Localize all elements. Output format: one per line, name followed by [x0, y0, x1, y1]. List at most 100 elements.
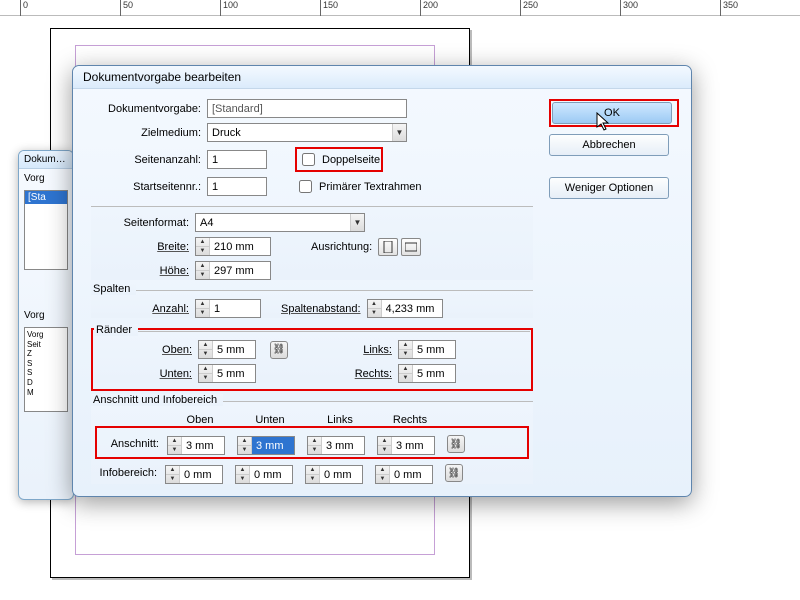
margin-right-spinner[interactable]: ▲▼ — [398, 364, 456, 383]
margin-bottom-spinner[interactable]: ▲▼ — [198, 364, 256, 383]
pages-label: Seitenanzahl: — [87, 154, 207, 166]
facing-pages-input[interactable] — [302, 153, 315, 166]
bleed-slug-group: Anschnitt und Infobereich Oben Unten Lin… — [91, 401, 533, 484]
link-slug-icon[interactable]: ⛓ — [445, 464, 463, 482]
margin-left-input[interactable] — [413, 341, 455, 358]
spin-up-icon[interactable]: ▲ — [199, 365, 212, 374]
slug-label: Infobereich: — [95, 467, 165, 479]
margin-bottom-label: Unten: — [98, 368, 198, 380]
ruler-tick: 150 — [320, 0, 338, 16]
col-left: Links — [305, 414, 375, 426]
ok-button-highlight: OK — [549, 99, 679, 127]
slug-left-input[interactable] — [320, 466, 362, 483]
startpage-input[interactable] — [207, 177, 267, 196]
primary-textframe-checkbox[interactable]: Primärer Textrahmen — [295, 177, 422, 196]
height-spinner[interactable]: ▲▼ — [195, 261, 271, 280]
primary-textframe-input[interactable] — [299, 180, 312, 193]
spin-up-icon[interactable]: ▲ — [368, 300, 381, 309]
spin-up-icon[interactable]: ▲ — [196, 238, 209, 247]
margins-legend: Ränder — [94, 324, 138, 336]
link-bleed-icon[interactable]: ⛓ — [447, 435, 465, 453]
preview-label: Vorg — [24, 310, 68, 321]
width-input[interactable] — [210, 238, 270, 255]
height-label: Höhe: — [95, 265, 195, 277]
pages-input[interactable] — [207, 150, 267, 169]
bleed-right-spinner[interactable]: ▲▼ — [377, 436, 435, 455]
preset-item-selected[interactable]: [Sta — [25, 191, 67, 204]
margin-top-input[interactable] — [213, 341, 255, 358]
columns-count-label: Anzahl: — [95, 303, 195, 315]
bleed-right-input[interactable] — [392, 437, 434, 454]
columns-count-spinner[interactable]: ▲▼ — [195, 299, 261, 318]
spin-down-icon[interactable]: ▼ — [196, 309, 209, 317]
margin-left-label: Links: — [338, 344, 398, 356]
link-margins-icon[interactable]: ⛓ — [270, 341, 288, 359]
spin-down-icon[interactable]: ▼ — [399, 350, 412, 358]
margin-top-spinner[interactable]: ▲▼ — [198, 340, 256, 359]
facing-pages-checkbox[interactable]: Doppelseite — [298, 150, 380, 169]
columns-count-input[interactable] — [210, 300, 260, 317]
spin-up-icon[interactable]: ▲ — [399, 341, 412, 350]
spin-down-icon[interactable]: ▼ — [199, 350, 212, 358]
col-bottom: Unten — [235, 414, 305, 426]
height-input[interactable] — [210, 262, 270, 279]
preset-preview: Vorg Seit Z S S D M — [24, 327, 68, 412]
fewer-options-button[interactable]: Weniger Optionen — [549, 177, 669, 199]
orientation-landscape-button[interactable] — [401, 238, 421, 256]
cancel-button[interactable]: Abbrechen — [549, 134, 669, 156]
spin-down-icon[interactable]: ▼ — [196, 247, 209, 255]
width-spinner[interactable]: ▲▼ — [195, 237, 271, 256]
ruler-tick: 50 — [120, 0, 133, 16]
spin-up-icon[interactable]: ▲ — [399, 365, 412, 374]
gutter-label: Spaltenabstand: — [281, 303, 361, 315]
startpage-label: Startseitennr.: — [87, 181, 207, 193]
presets-list-label: Vorg — [24, 173, 68, 184]
slug-right-spinner[interactable]: ▲▼ — [375, 465, 433, 484]
presets-listbox[interactable]: [Sta — [24, 190, 68, 270]
intent-label: Zielmedium: — [87, 127, 207, 139]
bleed-row-highlight: Anschnitt: ▲▼ ▲▼ ▲▼ ▲▼ ⛓ — [95, 426, 529, 459]
slug-top-input[interactable] — [180, 466, 222, 483]
slug-left-spinner[interactable]: ▲▼ — [305, 465, 363, 484]
page-format-label: Seitenformat: — [95, 217, 195, 229]
gutter-input[interactable] — [382, 300, 442, 317]
portrait-icon — [382, 241, 394, 253]
columns-legend: Spalten — [91, 283, 136, 295]
preset-name-input[interactable] — [207, 99, 407, 118]
slug-right-input[interactable] — [390, 466, 432, 483]
bleed-top-input[interactable] — [182, 437, 224, 454]
slug-bottom-input[interactable] — [250, 466, 292, 483]
bleed-bottom-spinner[interactable]: ▲▼ — [237, 436, 295, 455]
spin-down-icon[interactable]: ▼ — [368, 309, 381, 317]
col-top: Oben — [165, 414, 235, 426]
col-right: Rechts — [375, 414, 445, 426]
ruler-tick: 200 — [420, 0, 438, 16]
bleed-top-spinner[interactable]: ▲▼ — [167, 436, 225, 455]
margin-bottom-input[interactable] — [213, 365, 255, 382]
ruler-tick: 0 — [20, 0, 28, 16]
columns-group: Spalten Anzahl: ▲▼ Spaltenabstand: ▲▼ — [91, 290, 533, 318]
margins-group: Ränder Oben: ▲▼ ⛓ Links: ▲▼ — [94, 331, 530, 383]
margin-left-spinner[interactable]: ▲▼ — [398, 340, 456, 359]
slug-top-spinner[interactable]: ▲▼ — [165, 465, 223, 484]
bleed-bottom-input[interactable] — [252, 437, 294, 454]
bleed-label: Anschnitt: — [97, 438, 167, 450]
margin-right-input[interactable] — [413, 365, 455, 382]
spin-down-icon[interactable]: ▼ — [199, 374, 212, 382]
gutter-spinner[interactable]: ▲▼ — [367, 299, 443, 318]
spin-up-icon[interactable]: ▲ — [199, 341, 212, 350]
presets-title: Dokum… — [19, 151, 73, 169]
intent-combo[interactable]: Druck ▼ — [207, 123, 407, 142]
spin-up-icon[interactable]: ▲ — [196, 300, 209, 309]
spin-up-icon[interactable]: ▲ — [196, 262, 209, 271]
page-format-combo[interactable]: A4 ▼ — [195, 213, 365, 232]
ok-button[interactable]: OK — [552, 102, 672, 124]
bleed-left-input[interactable] — [322, 437, 364, 454]
margin-right-label: Rechts: — [338, 368, 398, 380]
spin-down-icon[interactable]: ▼ — [196, 271, 209, 279]
margins-highlight: Ränder Oben: ▲▼ ⛓ Links: ▲▼ — [91, 328, 533, 391]
spin-down-icon[interactable]: ▼ — [399, 374, 412, 382]
orientation-portrait-button[interactable] — [378, 238, 398, 256]
slug-bottom-spinner[interactable]: ▲▼ — [235, 465, 293, 484]
bleed-left-spinner[interactable]: ▲▼ — [307, 436, 365, 455]
